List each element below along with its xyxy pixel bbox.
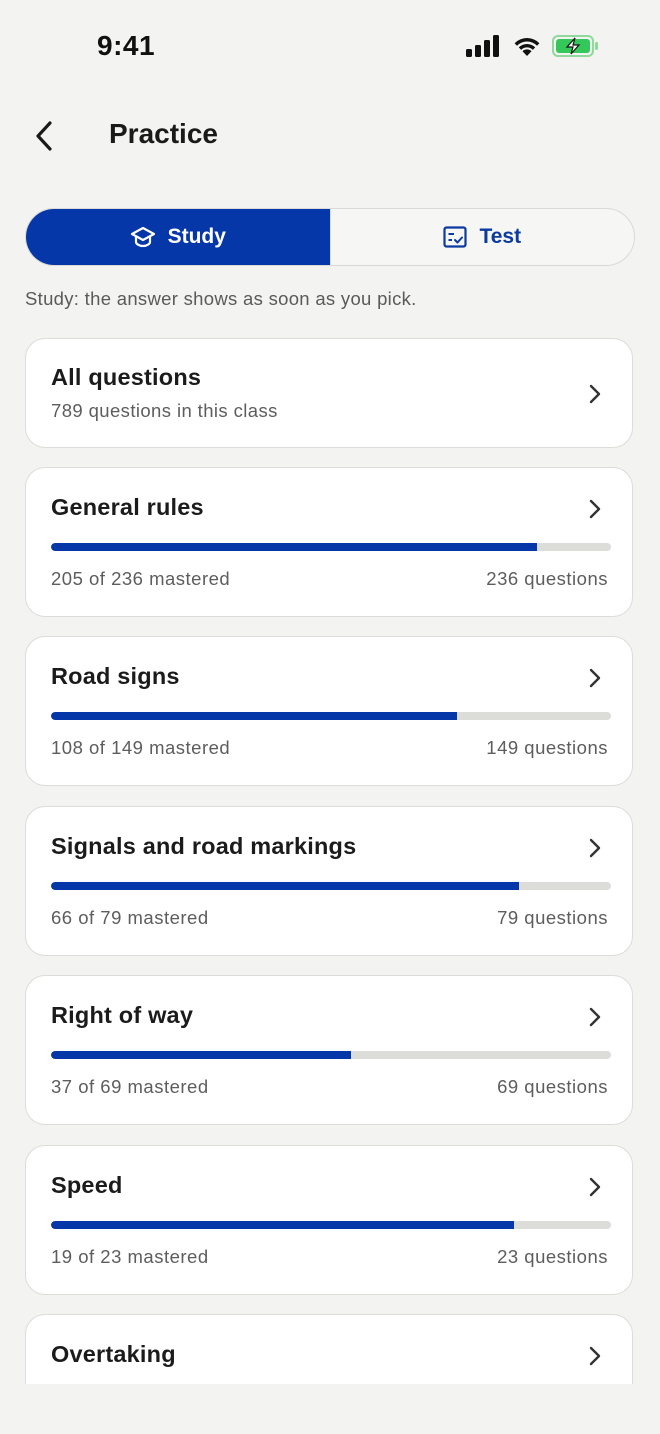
page-title: Practice — [109, 118, 218, 149]
chevron-right-icon — [589, 668, 601, 688]
nav-bar: Practice — [0, 96, 660, 176]
card-title: Road signs — [51, 663, 180, 689]
bottom-area — [0, 1384, 660, 1434]
card-title: Right of way — [51, 1002, 194, 1028]
question-count: 79 questions — [497, 907, 608, 928]
chevron-right-icon — [589, 1007, 601, 1027]
tab-test[interactable]: Test — [329, 209, 635, 265]
chevron-right-icon — [589, 499, 601, 519]
progress-fill — [51, 712, 457, 720]
category-card[interactable]: Speed 19 of 23 mastered 23 questions — [25, 1145, 633, 1295]
status-icons — [466, 34, 600, 58]
checklist-icon — [443, 226, 468, 248]
progress-bar — [51, 712, 611, 720]
question-count: 23 questions — [497, 1246, 608, 1267]
progress-fill — [51, 882, 519, 890]
category-card[interactable]: Signals and road markings 66 of 79 maste… — [25, 806, 633, 956]
progress-fill — [51, 1051, 352, 1059]
category-card[interactable]: Road signs 108 of 149 mastered 149 quest… — [25, 636, 633, 786]
category-card[interactable]: General rules 205 of 236 mastered 236 qu… — [25, 467, 633, 617]
card-title: General rules — [51, 494, 204, 520]
category-card[interactable]: Right of way 37 of 69 mastered 69 questi… — [25, 975, 633, 1125]
card-title: All questions — [51, 364, 202, 390]
progress-bar — [51, 882, 611, 890]
chevron-left-icon — [36, 121, 52, 151]
question-count: 149 questions — [486, 737, 608, 758]
tab-study-label: Study — [167, 225, 226, 248]
card-title: Signals and road markings — [51, 833, 357, 859]
question-count: 236 questions — [486, 568, 608, 589]
mode-hint: Study: the answer shows as soon as you p… — [25, 288, 417, 309]
tab-test-label: Test — [479, 225, 522, 248]
mastered-text: 66 of 79 mastered — [51, 907, 209, 928]
all-questions-card[interactable]: All questions 789 questions in this clas… — [25, 338, 633, 448]
graduation-cap-icon — [130, 226, 155, 248]
chevron-right-icon — [589, 384, 601, 404]
chevron-right-icon — [589, 1177, 601, 1197]
card-subtitle: 789 questions in this class — [51, 400, 278, 421]
back-button[interactable] — [24, 116, 64, 156]
mastered-text: 205 of 236 mastered — [51, 568, 231, 589]
card-title: Speed — [51, 1172, 123, 1198]
cellular-signal-icon — [466, 35, 499, 57]
status-bar: 9:41 — [0, 0, 660, 96]
chevron-right-icon — [589, 1346, 601, 1366]
progress-bar — [51, 1221, 611, 1229]
mastered-text: 37 of 69 mastered — [51, 1076, 209, 1097]
progress-bar — [51, 1051, 611, 1059]
wifi-icon — [514, 38, 540, 56]
progress-bar — [51, 543, 611, 551]
mode-toggle: Study Test — [25, 208, 635, 266]
card-title: Overtaking — [51, 1341, 176, 1367]
battery-charging-icon — [552, 35, 598, 57]
question-count: 69 questions — [497, 1076, 608, 1097]
progress-fill — [51, 543, 538, 551]
status-time: 9:41 — [97, 30, 156, 61]
mastered-text: 108 of 149 mastered — [51, 737, 231, 758]
progress-fill — [51, 1221, 514, 1229]
tab-study[interactable]: Study — [26, 209, 330, 265]
mastered-text: 19 of 23 mastered — [51, 1246, 209, 1267]
chevron-right-icon — [589, 838, 601, 858]
